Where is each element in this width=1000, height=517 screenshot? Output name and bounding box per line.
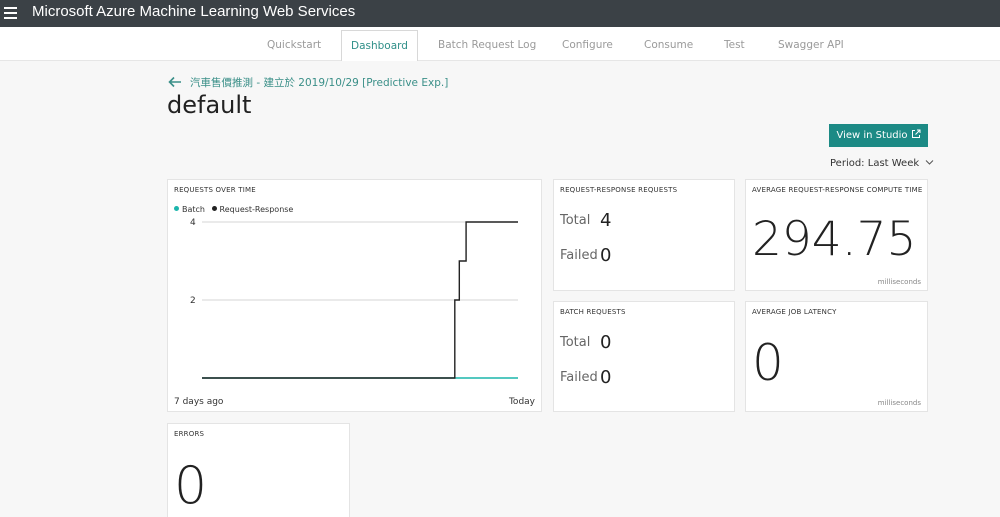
avg-compute-time-title: AVERAGE REQUEST-RESPONSE COMPUTE TIME [752,186,923,194]
batch-total-label: Total [560,335,591,350]
hamburger-menu-icon[interactable] [4,7,17,19]
x-end-label: Today [508,397,535,407]
batch-failed-value: 0 [600,367,612,388]
experiment-link[interactable]: 汽車售價推測 - 建立於 2019/10/29 [Predictive Exp.… [190,75,448,90]
batch-requests-card: BATCH REQUESTS Total 0 Failed 0 [553,301,735,412]
y-tick-label-4: 4 [190,218,196,228]
period-label: Period: [830,158,865,169]
tab-test[interactable]: Test [724,39,745,51]
request-response-requests-card: REQUEST-RESPONSE REQUESTS Total 4 Failed… [553,179,735,291]
page-title: default [167,91,252,119]
errors-value: 0 [174,456,208,516]
rr-requests-title: REQUEST-RESPONSE REQUESTS [560,186,678,194]
y-tick-label-2: 2 [190,296,196,306]
avg-compute-time-card: AVERAGE REQUEST-RESPONSE COMPUTE TIME 29… [745,179,928,291]
back-arrow-icon[interactable] [168,76,182,88]
tab-quickstart[interactable]: Quickstart [267,39,321,51]
batch-total-value: 0 [600,332,612,353]
top-bar: Microsoft Azure Machine Learning Web Ser… [0,0,1000,27]
avg-compute-time-unit: milliseconds [877,278,921,286]
batch-requests-title: BATCH REQUESTS [560,308,626,316]
avg-job-latency-title: AVERAGE JOB LATENCY [752,308,837,316]
errors-title: ERRORS [174,430,205,438]
rr-failed-value: 0 [600,245,612,266]
period-selector[interactable]: Period: Last Week [830,158,934,169]
chevron-down-icon [925,160,934,165]
view-in-studio-button[interactable]: View in Studio [829,124,928,147]
tab-consume[interactable]: Consume [644,39,693,51]
requests-over-time-chart: 24 [190,218,518,379]
tab-configure[interactable]: Configure [562,39,613,51]
avg-job-latency-card: AVERAGE JOB LATENCY 0 milliseconds [745,301,928,412]
period-value: Last Week [867,158,920,169]
app-title: Microsoft Azure Machine Learning Web Ser… [32,3,356,20]
rr-total-value: 4 [600,210,612,231]
rr-failed-label: Failed [560,248,598,263]
rr-total-label: Total [560,213,591,228]
errors-card: ERRORS 0 [167,423,350,517]
tab-batch-request-log[interactable]: Batch Request Log [438,39,536,51]
avg-compute-time-value: 294.75 [752,212,917,267]
requests-over-time-card: REQUESTS OVER TIME Batch Request-Respons… [167,179,542,412]
tab-bar: Quickstart Dashboard Batch Request Log C… [0,27,1000,61]
x-start-label: 7 days ago [174,397,224,407]
external-link-icon [911,129,921,138]
tab-swagger-api[interactable]: Swagger API [778,39,844,51]
avg-job-latency-unit: milliseconds [877,399,921,407]
avg-job-latency-value: 0 [752,334,784,392]
view-in-studio-label: View in Studio [836,130,908,141]
tab-dashboard[interactable]: Dashboard [341,30,418,61]
batch-failed-label: Failed [560,370,598,385]
